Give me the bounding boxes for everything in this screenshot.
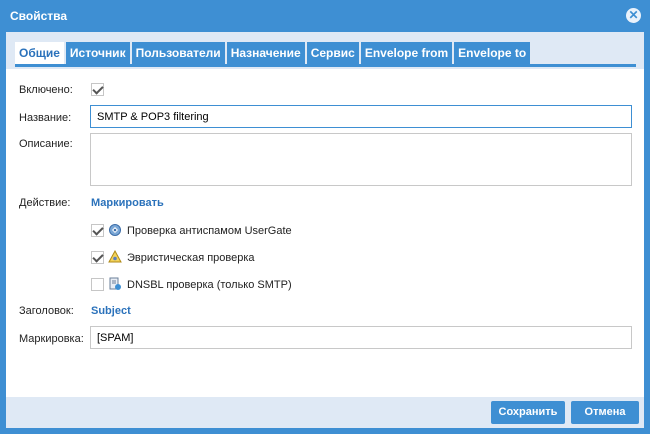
marking-label: Маркировка:: [19, 333, 84, 345]
usergate-antispam-icon: [109, 224, 121, 236]
enabled-checkbox[interactable]: [91, 83, 104, 96]
dialog-footer: Сохранить Отмена: [6, 397, 644, 428]
tab-service[interactable]: Сервис: [306, 42, 359, 64]
tab-strip: Общие Источник Пользователи Назначение С…: [6, 32, 644, 69]
dialog-titlebar[interactable]: Свойства ✕: [1, 1, 649, 31]
header-link[interactable]: Subject: [91, 305, 131, 317]
name-label: Название:: [19, 112, 72, 124]
description-textarea[interactable]: [90, 133, 632, 186]
action-label: Действие:: [19, 197, 71, 209]
tab-envelope-from[interactable]: Envelope from: [360, 42, 453, 64]
name-input[interactable]: SMTP & POP3 filtering: [90, 105, 632, 128]
cancel-button[interactable]: Отмена: [571, 401, 639, 424]
enabled-label: Включено:: [19, 84, 73, 96]
usergate-antispam-label: Проверка антиспамом UserGate: [127, 225, 292, 237]
tab-users[interactable]: Пользователи: [131, 42, 225, 64]
save-button[interactable]: Сохранить: [491, 401, 565, 424]
marking-input[interactable]: [SPAM]: [90, 326, 632, 349]
tab-source[interactable]: Источник: [65, 42, 130, 64]
dialog-body: Общие Источник Пользователи Назначение С…: [6, 32, 644, 428]
action-link[interactable]: Маркировать: [91, 197, 164, 209]
heuristic-label: Эвристическая проверка: [127, 252, 255, 264]
usergate-antispam-checkbox[interactable]: [91, 224, 104, 237]
heuristic-check-icon: [108, 250, 122, 263]
header-label: Заголовок:: [19, 305, 74, 317]
description-label: Описание:: [19, 138, 73, 150]
dnsbl-label: DNSBL проверка (только SMTP): [127, 279, 292, 291]
close-icon[interactable]: ✕: [626, 8, 641, 23]
properties-dialog: Свойства ✕ Общие Источник Пользователи Н…: [0, 0, 650, 434]
tab-destination[interactable]: Назначение: [226, 42, 305, 64]
tab-general[interactable]: Общие: [15, 42, 64, 64]
dnsbl-check-icon: [109, 277, 121, 290]
tabs: Общие Источник Пользователи Назначение С…: [15, 42, 532, 64]
tab-envelope-to[interactable]: Envelope to: [454, 42, 531, 64]
dnsbl-checkbox[interactable]: [91, 278, 104, 291]
dialog-title: Свойства: [10, 9, 68, 23]
tab-underline: [15, 64, 636, 67]
heuristic-checkbox[interactable]: [91, 251, 104, 264]
